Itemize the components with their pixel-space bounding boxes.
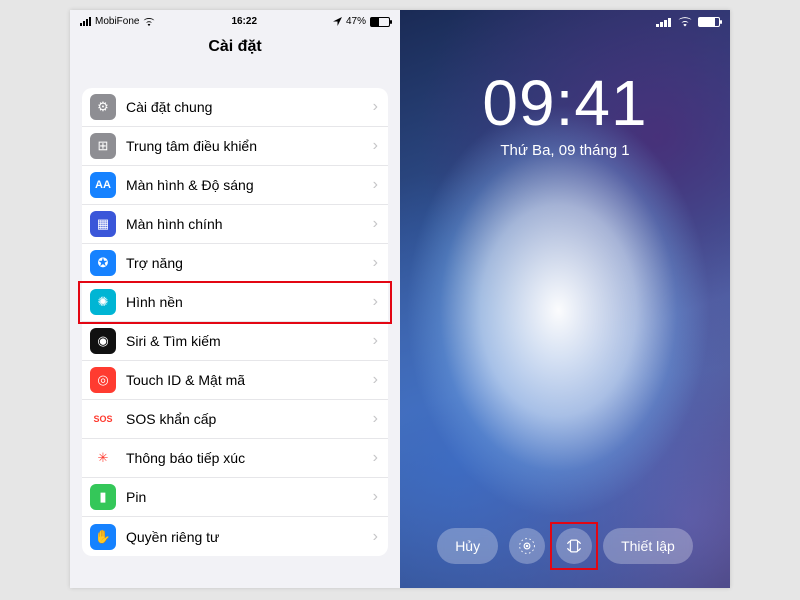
status-bar [400, 10, 730, 30]
live-photo-button[interactable] [509, 528, 545, 564]
settings-row-label: Màn hình chính [126, 216, 373, 232]
settings-row-gear[interactable]: ⚙ Cài đặt chung› [82, 88, 388, 127]
settings-row-label: Touch ID & Mật mã [126, 372, 373, 388]
chevron-right-icon: › [373, 371, 378, 389]
settings-row-label: Màn hình & Độ sáng [126, 177, 373, 193]
control-center-icon: ⊞ [90, 133, 116, 159]
live-photo-icon [518, 537, 536, 555]
settings-row-label: SOS khẩn cấp [126, 411, 373, 427]
settings-row-label: Hình nền [126, 294, 373, 310]
status-bar: MobiFone 16:22 47% [70, 10, 400, 30]
lock-date: Thứ Ba, 09 tháng 1 [400, 142, 730, 159]
settings-row-exposure[interactable]: ✳ Thông báo tiếp xúc› [82, 439, 388, 478]
settings-row-sos[interactable]: SOS SOS khẩn cấp› [82, 400, 388, 439]
privacy-icon: ✋ [90, 524, 116, 550]
battery-icon: ▮ [90, 484, 116, 510]
settings-row-label: Pin [126, 489, 373, 505]
chevron-right-icon: › [373, 449, 378, 467]
settings-row-accessibility[interactable]: ✪ Trợ năng› [82, 244, 388, 283]
page-title: Cài đặt [70, 30, 400, 68]
set-button[interactable]: Thiết lập [603, 528, 693, 564]
settings-row-battery[interactable]: ▮ Pin› [82, 478, 388, 517]
settings-list: ⚙Cài đặt chung›⊞Trung tâm điều khiển›AAM… [82, 88, 388, 556]
chevron-right-icon: › [373, 176, 378, 194]
settings-screen: MobiFone 16:22 47% Cài đặt ⚙ Cài đặt chun… [70, 10, 400, 588]
signal-icon [80, 17, 91, 26]
chevron-right-icon: › [373, 488, 378, 506]
cancel-button[interactable]: Hủy [437, 528, 498, 564]
preview-dock: Hủy Thiết lập [400, 528, 730, 564]
settings-row-label: Trợ năng [126, 255, 373, 271]
battery-icon [698, 17, 720, 27]
location-icon [333, 17, 342, 26]
settings-row-control-center[interactable]: ⊞ Trung tâm điều khiển› [82, 127, 388, 166]
settings-row-label: Cài đặt chung [126, 99, 373, 115]
chevron-right-icon: › [373, 137, 378, 155]
touch-id-icon: ◎ [90, 367, 116, 393]
lock-clock: 09:41 [400, 66, 730, 140]
settings-row-label: Siri & Tìm kiếm [126, 333, 373, 349]
wallpaper-preview-screen: 09:41 Thứ Ba, 09 tháng 1 Hủy Thiết lập [400, 10, 730, 588]
perspective-button[interactable] [556, 528, 592, 564]
exposure-icon: ✳ [90, 445, 116, 471]
settings-row-label: Trung tâm điều khiển [126, 138, 373, 154]
sos-icon: SOS [90, 406, 116, 432]
perspective-icon [565, 537, 583, 555]
status-time: 16:22 [155, 16, 333, 27]
settings-row-privacy[interactable]: ✋ Quyền riêng tư› [82, 517, 388, 556]
settings-row-siri[interactable]: ◉ Siri & Tìm kiếm› [82, 322, 388, 361]
settings-row-wallpaper[interactable]: ✺ Hình nền› [82, 283, 388, 322]
gear-icon: ⚙ [90, 94, 116, 120]
chevron-right-icon: › [373, 293, 378, 311]
display-icon: AA [90, 172, 116, 198]
chevron-right-icon: › [373, 332, 378, 350]
chevron-right-icon: › [373, 410, 378, 428]
carrier-label: MobiFone [95, 16, 139, 27]
chevron-right-icon: › [373, 254, 378, 272]
chevron-right-icon: › [373, 528, 378, 546]
signal-icon [656, 17, 672, 27]
chevron-right-icon: › [373, 215, 378, 233]
battery-icon [370, 17, 390, 27]
wifi-icon [678, 17, 692, 27]
siri-icon: ◉ [90, 328, 116, 354]
settings-row-home-screen[interactable]: ▦ Màn hình chính› [82, 205, 388, 244]
battery-pct: 47% [346, 16, 366, 27]
chevron-right-icon: › [373, 98, 378, 116]
wifi-icon [143, 17, 155, 27]
home-screen-icon: ▦ [90, 211, 116, 237]
settings-row-label: Thông báo tiếp xúc [126, 450, 373, 466]
settings-row-touch-id[interactable]: ◎ Touch ID & Mật mã› [82, 361, 388, 400]
settings-row-label: Quyền riêng tư [126, 529, 373, 545]
settings-row-display[interactable]: AA Màn hình & Độ sáng› [82, 166, 388, 205]
wallpaper-icon: ✺ [90, 289, 116, 315]
accessibility-icon: ✪ [90, 250, 116, 276]
